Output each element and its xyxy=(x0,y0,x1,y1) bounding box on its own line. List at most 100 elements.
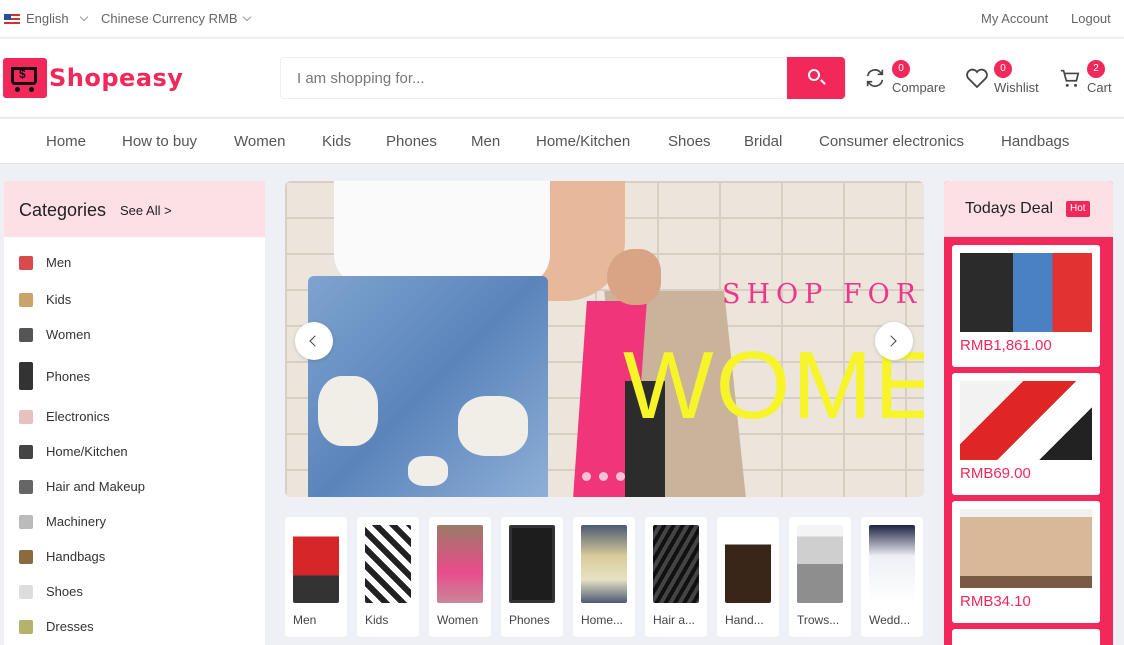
main-nav: Home How to buy Women Kids Phones Men Ho… xyxy=(0,119,1124,164)
currency-selector[interactable]: Chinese Currency RMB xyxy=(101,11,251,26)
thumb-label: Wedd... xyxy=(869,613,911,627)
phone-icon xyxy=(19,362,33,390)
category-item-handbags[interactable]: Handbags xyxy=(19,549,105,564)
deal-card[interactable]: RMB34.10 xyxy=(952,501,1100,623)
todays-deal-header: Todays Deal Hot xyxy=(944,181,1113,237)
slider-dots xyxy=(582,472,625,481)
thumb-card-women[interactable]: Women xyxy=(429,517,491,637)
category-item-phones[interactable]: Phones xyxy=(19,362,90,390)
cart-label: Cart xyxy=(1087,80,1112,95)
heart-icon xyxy=(966,68,988,89)
refresh-icon xyxy=(866,69,884,87)
deal-card[interactable]: RMB1,861.00 xyxy=(952,245,1100,367)
compare-count-badge: 0 xyxy=(892,60,910,78)
category-label: Machinery xyxy=(46,514,106,529)
thumb-image xyxy=(797,525,843,603)
thumb-card-handbags[interactable]: Hand... xyxy=(717,517,779,637)
thumb-card-hair[interactable]: Hair a... xyxy=(645,517,707,637)
search-button[interactable] xyxy=(787,57,845,99)
women-icon xyxy=(19,327,33,342)
hero-slider[interactable]: SHOP FOR WOMEN xyxy=(285,181,924,497)
nav-item-kids[interactable]: Kids xyxy=(322,133,351,150)
language-selector[interactable]: English xyxy=(4,11,88,26)
thumb-card-men[interactable]: Men xyxy=(285,517,347,637)
thumb-card-trousers[interactable]: Trows... xyxy=(789,517,851,637)
nav-item-shoes[interactable]: Shoes xyxy=(668,133,711,150)
deal-image xyxy=(960,381,1092,460)
slider-prev-button[interactable] xyxy=(295,322,333,360)
wishlist-label: Wishlist xyxy=(994,80,1039,95)
thumb-image xyxy=(581,525,627,603)
categories-title: Categories xyxy=(19,200,107,220)
deal-card[interactable]: RMB69.00 xyxy=(952,373,1100,495)
thumb-card-wedding[interactable]: Wedd... xyxy=(861,517,923,637)
thumb-card-kids[interactable]: Kids xyxy=(357,517,419,637)
category-item-kids[interactable]: Kids xyxy=(19,292,71,307)
logo[interactable]: Shopeasy xyxy=(3,58,183,98)
see-all-link[interactable]: See All > xyxy=(120,203,172,218)
banner-heading: SHOP FOR xyxy=(722,279,923,310)
category-label: Shoes xyxy=(46,584,83,599)
my-account-link[interactable]: My Account xyxy=(981,11,1048,26)
currency-label: Chinese Currency RMB xyxy=(101,11,238,26)
slider-dot[interactable] xyxy=(616,472,625,481)
cart-icon xyxy=(1060,69,1080,87)
nav-item-bridal[interactable]: Bridal xyxy=(744,133,782,150)
thumb-card-phones[interactable]: Phones xyxy=(501,517,563,637)
banner-jeans xyxy=(308,276,548,497)
site-header: Shopeasy 0 Compare 0 Wishlist 2 Cart xyxy=(0,39,1124,118)
todays-deal-title: Todays Deal xyxy=(965,200,1054,217)
top-bar: English Chinese Currency RMB My Account … xyxy=(0,0,1124,38)
nav-item-men[interactable]: Men xyxy=(471,133,500,150)
nav-item-consumer-electronics[interactable]: Consumer electronics xyxy=(819,133,964,150)
deal-price: RMB69.00 xyxy=(960,465,1031,482)
banner-hand xyxy=(607,249,661,305)
thumb-image xyxy=(869,525,915,603)
slider-dot[interactable] xyxy=(599,472,608,481)
category-item-electronics[interactable]: Electronics xyxy=(19,409,110,424)
search-input[interactable] xyxy=(281,58,788,98)
men-icon xyxy=(19,255,33,270)
logout-link[interactable]: Logout xyxy=(1071,11,1111,26)
category-item-machinery[interactable]: Machinery xyxy=(19,514,106,529)
chevron-left-icon xyxy=(309,335,321,347)
category-item-dresses[interactable]: Dresses xyxy=(19,619,94,634)
thumb-image xyxy=(293,525,339,603)
nav-item-home[interactable]: Home xyxy=(46,133,86,150)
category-label: Phones xyxy=(46,368,91,384)
thumb-label: Home... xyxy=(581,613,624,627)
cart-logo-icon xyxy=(3,58,47,98)
category-label: Handbags xyxy=(46,549,106,564)
chevron-down-icon xyxy=(242,12,251,22)
slider-next-button[interactable] xyxy=(875,322,913,360)
wishlist-count-badge: 0 xyxy=(994,60,1012,78)
deal-card[interactable] xyxy=(952,629,1100,645)
thumb-label: Kids xyxy=(365,613,389,627)
nav-item-home-kitchen[interactable]: Home/Kitchen xyxy=(536,133,630,150)
category-label: Dresses xyxy=(46,619,94,634)
thumb-card-home[interactable]: Home... xyxy=(573,517,635,637)
logo-text: Shopeasy xyxy=(49,64,184,92)
deal-price: RMB1,861.00 xyxy=(960,337,1052,354)
thumb-image xyxy=(437,525,483,603)
nav-item-phones[interactable]: Phones xyxy=(386,133,437,150)
nav-item-handbags[interactable]: Handbags xyxy=(1001,133,1069,150)
category-label: Women xyxy=(46,327,91,342)
nav-item-how-to-buy[interactable]: How to buy xyxy=(122,133,197,150)
category-label: Hair and Makeup xyxy=(46,479,145,494)
todays-deal-panel: Todays Deal Hot RMB1,861.00 RMB69.00 RMB… xyxy=(944,181,1113,645)
category-item-shoes[interactable]: Shoes xyxy=(19,584,83,599)
thumb-label: Men xyxy=(293,613,317,627)
us-flag-icon xyxy=(4,13,20,24)
thumb-label: Phones xyxy=(509,613,550,627)
slider-dot[interactable] xyxy=(582,472,591,481)
electronics-icon xyxy=(19,409,33,424)
category-item-home-kitchen[interactable]: Home/Kitchen xyxy=(19,444,128,459)
category-item-hair-makeup[interactable]: Hair and Makeup xyxy=(19,479,145,494)
category-item-women[interactable]: Women xyxy=(19,327,91,342)
category-label: Kids xyxy=(46,292,72,307)
deal-price: RMB34.10 xyxy=(960,593,1031,610)
category-item-men[interactable]: Men xyxy=(19,255,71,270)
nav-item-women[interactable]: Women xyxy=(234,133,285,150)
chevron-down-icon xyxy=(79,12,88,22)
